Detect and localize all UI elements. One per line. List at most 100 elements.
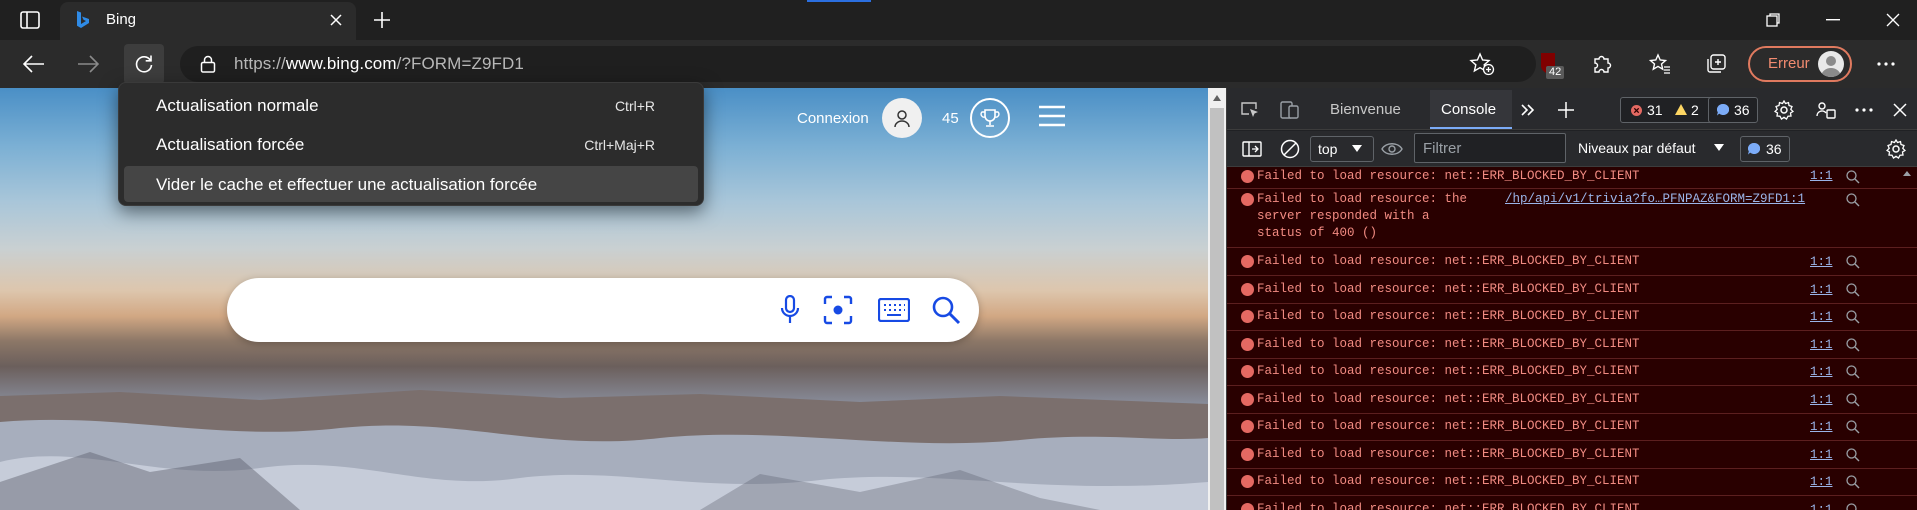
log-message: Failed to load resource: the server resp… xyxy=(1257,192,1468,240)
eye-icon xyxy=(1381,143,1403,155)
device-emulation-button[interactable] xyxy=(1276,96,1304,124)
user-avatar-button[interactable] xyxy=(882,98,922,138)
gear-icon xyxy=(1886,139,1906,159)
bing-search-box[interactable] xyxy=(227,278,979,342)
list-item[interactable]: Failed to load resource: net::ERR_BLOCKE… xyxy=(1227,277,1917,304)
tab-strip-accent xyxy=(807,0,871,2)
tab-welcome[interactable]: Bienvenue xyxy=(1330,101,1401,118)
add-favorite-button[interactable] xyxy=(1466,50,1498,78)
list-item[interactable]: Failed to load resource: net::ERR_BLOCKE… xyxy=(1227,359,1917,386)
list-item[interactable]: Failed to load resource: net::ERR_BLOCKE… xyxy=(1227,442,1917,469)
log-source-link[interactable]: 1:1 xyxy=(1810,309,1833,326)
url-path: /?FORM=Z9FD1 xyxy=(396,54,524,73)
clear-console-button[interactable] xyxy=(1276,135,1304,163)
devtools-more-button[interactable] xyxy=(1850,96,1878,124)
search-icon[interactable] xyxy=(1845,192,1861,208)
active-tab[interactable] xyxy=(60,2,356,40)
signin-link[interactable]: Connexion xyxy=(797,110,869,127)
window-close-button[interactable] xyxy=(1868,0,1917,40)
devtools-settings-button[interactable] xyxy=(1770,96,1798,124)
log-source-link[interactable]: 1:1 xyxy=(1810,254,1833,271)
search-icon[interactable] xyxy=(1845,392,1861,408)
menu-item-shortcut: Ctrl+Maj+R xyxy=(584,137,655,153)
hamburger-menu-icon[interactable] xyxy=(1038,104,1066,128)
list-item[interactable]: Failed to load resource: net::ERR_BLOCKE… xyxy=(1227,249,1917,276)
tab-actions-menu-button[interactable] xyxy=(14,8,46,32)
error-icon xyxy=(1241,447,1254,461)
minimize-button[interactable] xyxy=(1808,0,1858,40)
search-icon[interactable] xyxy=(1845,419,1861,435)
live-expression-button[interactable] xyxy=(1378,135,1406,163)
plus-icon xyxy=(374,12,390,28)
devtools-close-button[interactable] xyxy=(1886,96,1914,124)
log-source-link[interactable]: 1:1 xyxy=(1810,419,1833,436)
add-tool-button[interactable] xyxy=(1552,96,1580,124)
list-item[interactable]: Failed to load resource: net::ERR_BLOCKE… xyxy=(1227,497,1917,510)
log-source-link[interactable]: /hp/api/v1/trivia?fo…PFNPAZ&FORM=Z9FD1:1 xyxy=(1505,191,1805,208)
console-message-count: 36 xyxy=(1766,141,1782,157)
collections-button[interactable] xyxy=(1696,44,1736,84)
list-item[interactable]: Failed to load resource: net::ERR_BLOCKE… xyxy=(1227,469,1917,496)
puzzle-icon xyxy=(1594,55,1612,73)
messages-counter[interactable] xyxy=(1708,97,1758,123)
scroll-up-arrow-icon[interactable] xyxy=(1208,88,1226,108)
refresh-button[interactable] xyxy=(124,44,164,84)
rewards-button[interactable] xyxy=(970,98,1010,138)
new-tab-button[interactable] xyxy=(368,6,396,34)
microphone-icon[interactable] xyxy=(772,292,808,328)
log-message: Failed to load resource: net::ERR_BLOCKE… xyxy=(1257,364,1640,378)
search-icon[interactable] xyxy=(1845,169,1861,185)
extension-ublock-button[interactable]: 42 xyxy=(1536,52,1566,80)
visual-search-icon[interactable] xyxy=(820,292,856,328)
search-icon[interactable] xyxy=(928,292,964,328)
inspect-element-button[interactable] xyxy=(1236,96,1264,124)
log-source-link[interactable]: 1:1 xyxy=(1810,447,1833,464)
list-item[interactable]: Failed to load resource: net::ERR_BLOCKE… xyxy=(1227,167,1917,189)
restore-icon xyxy=(1766,13,1780,27)
error-icon xyxy=(1241,170,1254,183)
tab-close-button[interactable] xyxy=(326,10,346,30)
message-icon xyxy=(1748,143,1760,155)
url-scheme: https:// xyxy=(234,54,286,73)
log-source-link[interactable]: 1:1 xyxy=(1810,392,1833,409)
context-value: top xyxy=(1318,141,1338,157)
console-scrollbar[interactable] xyxy=(1897,167,1917,510)
log-source-link[interactable]: 1:1 xyxy=(1810,168,1833,185)
restore-button[interactable] xyxy=(1748,0,1798,40)
warning-count: 2 xyxy=(1691,102,1699,118)
toggle-sidebar-button[interactable] xyxy=(1238,135,1266,163)
extensions-button[interactable] xyxy=(1582,44,1622,84)
log-source-link[interactable]: 1:1 xyxy=(1810,337,1833,354)
log-source-link[interactable]: 1:1 xyxy=(1810,282,1833,299)
search-icon[interactable] xyxy=(1845,254,1861,270)
log-source-link[interactable]: 1:1 xyxy=(1810,474,1833,491)
lock-icon[interactable] xyxy=(196,52,220,76)
search-icon[interactable] xyxy=(1845,337,1861,353)
search-icon[interactable] xyxy=(1845,474,1861,490)
search-icon[interactable] xyxy=(1845,309,1861,325)
list-item[interactable]: Failed to load resource: net::ERR_BLOCKE… xyxy=(1227,387,1917,414)
console-settings-button[interactable] xyxy=(1882,135,1910,163)
list-item[interactable]: Failed to load resource: the server resp… xyxy=(1227,190,1917,248)
more-tabs-button[interactable] xyxy=(1514,96,1542,124)
settings-more-button[interactable] xyxy=(1866,44,1906,84)
console-filter-input[interactable] xyxy=(1414,133,1566,163)
scrollbar-thumb[interactable] xyxy=(1210,108,1224,510)
search-icon[interactable] xyxy=(1845,502,1861,510)
url-text[interactable]: https://www.bing.com/?FORM=Z9FD1 xyxy=(234,54,524,74)
log-source-link[interactable]: 1:1 xyxy=(1810,364,1833,381)
favorites-button[interactable] xyxy=(1640,44,1680,84)
console-log-list[interactable]: Failed to load resource: net::ERR_BLOCKE… xyxy=(1227,167,1917,510)
list-item[interactable]: Failed to load resource: net::ERR_BLOCKE… xyxy=(1227,414,1917,441)
forward-button[interactable] xyxy=(68,44,108,84)
customize-devtools-button[interactable] xyxy=(1812,96,1840,124)
keyboard-icon[interactable] xyxy=(876,292,912,328)
favorites-star-list-icon xyxy=(1649,53,1670,74)
list-item[interactable]: Failed to load resource: net::ERR_BLOCKE… xyxy=(1227,332,1917,359)
log-source-link[interactable]: 1:1 xyxy=(1810,502,1833,510)
search-icon[interactable] xyxy=(1845,282,1861,298)
back-button[interactable] xyxy=(14,44,54,84)
list-item[interactable]: Failed to load resource: net::ERR_BLOCKE… xyxy=(1227,304,1917,331)
search-icon[interactable] xyxy=(1845,364,1861,380)
search-icon[interactable] xyxy=(1845,447,1861,463)
